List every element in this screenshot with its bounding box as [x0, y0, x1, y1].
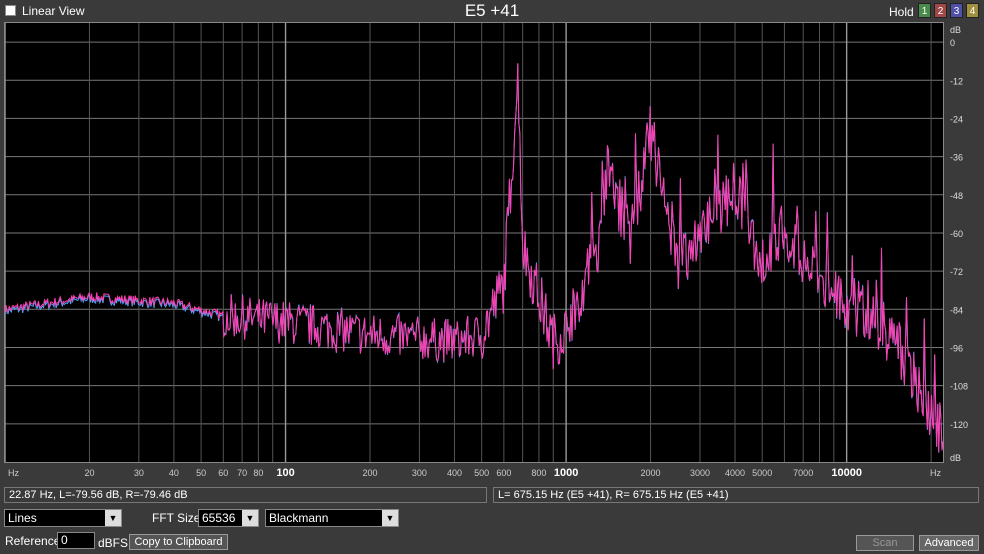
x-tick-label: 20	[84, 468, 94, 478]
x-tick-label: 1000	[554, 467, 578, 479]
y-tick-label: -24	[950, 114, 963, 124]
display-mode-select[interactable]: Lines ▼	[4, 509, 122, 527]
hold-button-1[interactable]: 1	[918, 3, 931, 18]
x-tick-label: 70	[237, 468, 247, 478]
y-tick-label: -108	[950, 382, 968, 392]
chevron-down-icon[interactable]: ▼	[382, 510, 398, 526]
x-tick-label: 10000	[831, 467, 862, 479]
x-tick-label: 60	[218, 468, 228, 478]
fft-size-select[interactable]: 65536 ▼	[198, 509, 259, 527]
x-tick-label: 2000	[641, 468, 661, 478]
fft-size-value: 65536	[202, 511, 236, 525]
x-tick-label: 500	[474, 468, 489, 478]
reference-input[interactable]: 0	[57, 532, 95, 549]
y-unit-label-bottom: dB	[950, 453, 961, 463]
x-tick-label: Hz	[8, 468, 19, 478]
chevron-down-icon[interactable]: ▼	[105, 510, 121, 526]
peak-readout: L= 675.15 Hz (E5 +41), R= 675.15 Hz (E5 …	[493, 487, 979, 503]
x-tick-label: 100	[276, 467, 294, 479]
y-tick-label: -48	[950, 191, 963, 201]
y-unit-label-top: dB	[950, 25, 961, 35]
x-tick-label: 40	[169, 468, 179, 478]
copy-to-clipboard-button[interactable]: Copy to Clipboard	[129, 534, 228, 550]
hold-label: Hold	[889, 5, 914, 19]
y-tick-label: -120	[950, 420, 968, 430]
x-tick-label: 800	[531, 468, 546, 478]
cursor-readout: 22.87 Hz, L=-79.56 dB, R=-79.46 dB	[4, 487, 487, 503]
display-mode-value: Lines	[8, 511, 37, 525]
scan-button[interactable]: Scan	[856, 535, 914, 551]
x-tick-label: 3000	[690, 468, 710, 478]
spectrum-chart[interactable]	[5, 23, 943, 462]
y-tick-label: -60	[950, 229, 963, 239]
x-tick-label: Hz	[930, 468, 941, 478]
reference-unit: dBFS	[98, 536, 129, 550]
reference-label: Reference	[5, 534, 61, 548]
spectrum-plot[interactable]	[4, 22, 944, 463]
window-select[interactable]: Blackmann ▼	[265, 509, 399, 527]
hold-button-3[interactable]: 3	[950, 3, 963, 18]
series-line-left	[5, 64, 943, 453]
x-tick-label: 80	[253, 468, 263, 478]
top-bar: Linear View E5 +41 Hold 1234	[0, 0, 984, 22]
x-tick-label: 400	[447, 468, 462, 478]
y-tick-label: -84	[950, 305, 963, 315]
x-tick-label: 5000	[752, 468, 772, 478]
y-tick-label: -12	[950, 76, 963, 86]
x-tick-label: 7000	[793, 468, 813, 478]
y-tick-label: -72	[950, 267, 963, 277]
advanced-button[interactable]: Advanced	[919, 535, 979, 551]
series-line-right	[5, 63, 943, 453]
x-tick-label: 300	[412, 468, 427, 478]
chevron-down-icon[interactable]: ▼	[242, 510, 258, 526]
y-tick-label: -96	[950, 343, 963, 353]
hold-button-4[interactable]: 4	[966, 3, 979, 18]
y-tick-label: -36	[950, 153, 963, 163]
hold-button-2[interactable]: 2	[934, 3, 947, 18]
x-tick-label: 50	[196, 468, 206, 478]
detected-note: E5 +41	[464, 1, 520, 20]
y-tick-label: 0	[950, 38, 955, 48]
fft-size-label: FFT Size	[152, 511, 201, 525]
x-tick-label: 4000	[725, 468, 745, 478]
x-tick-label: 600	[496, 468, 511, 478]
window-value: Blackmann	[269, 511, 329, 525]
x-tick-label: 30	[134, 468, 144, 478]
x-tick-label: 200	[362, 468, 377, 478]
